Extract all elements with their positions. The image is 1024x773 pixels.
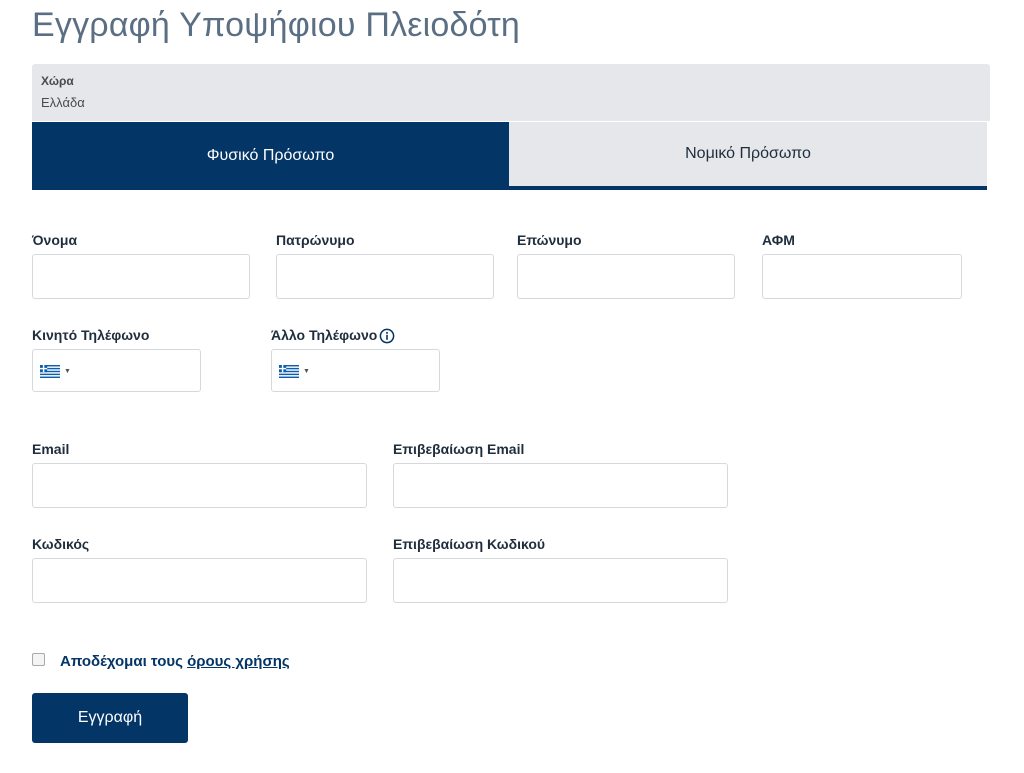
email-confirm-label: Επιβεβαίωση Email [393, 441, 525, 457]
country-selector[interactable]: Χώρα Ελλάδα [32, 64, 990, 121]
person-type-tabs: Φυσικό Πρόσωπο Νομικό Πρόσωπο [32, 122, 987, 190]
email-input[interactable] [32, 463, 367, 508]
tab-legal-entity[interactable]: Νομικό Πρόσωπο [509, 122, 987, 190]
fathers-name-input[interactable] [276, 254, 494, 299]
first-name-label: Όνομα [32, 232, 78, 248]
mobile-phone-label: Κινητό Τηλέφωνο [32, 327, 150, 343]
password-input[interactable] [32, 558, 367, 603]
page-title: Εγγραφή Υποψήφιου Πλειοδότη [32, 6, 520, 44]
register-button[interactable]: Εγγραφή [32, 693, 188, 743]
country-code-dropdown[interactable]: ▼ [279, 363, 310, 379]
terms-checkbox[interactable] [32, 653, 45, 666]
chevron-down-icon: ▼ [64, 367, 71, 375]
terms-prefix: Αποδέχομαι τους [60, 653, 183, 670]
email-label: Email [32, 441, 70, 457]
country-value[interactable]: Ελλάδα [41, 95, 85, 110]
password-label: Κωδικός [32, 536, 90, 552]
tab-natural-person[interactable]: Φυσικό Πρόσωπο [32, 122, 509, 190]
mobile-phone-field: ▼ [32, 349, 201, 392]
other-phone-label-text: Άλλο Τηλέφωνο [271, 327, 378, 343]
terms-of-use-link[interactable]: όρους χρήσης [187, 653, 290, 670]
country-code-dropdown[interactable]: ▼ [40, 363, 71, 379]
tax-id-input[interactable] [762, 254, 962, 299]
other-phone-label: Άλλο Τηλέφωνο [271, 327, 395, 344]
email-confirm-input[interactable] [393, 463, 728, 508]
last-name-input[interactable] [517, 254, 735, 299]
terms-text: Αποδέχομαι τους όρους χρήσης [60, 653, 290, 670]
tax-id-label: ΑΦΜ [762, 232, 795, 248]
other-phone-input[interactable] [322, 351, 436, 392]
other-phone-field: ▼ [271, 349, 440, 392]
chevron-down-icon: ▼ [303, 367, 310, 375]
info-icon[interactable] [379, 328, 395, 344]
country-label: Χώρα [41, 74, 74, 88]
greece-flag-icon [40, 364, 60, 378]
password-confirm-input[interactable] [393, 558, 728, 603]
greece-flag-icon [279, 364, 299, 378]
fathers-name-label: Πατρώνυμο [276, 232, 355, 248]
password-confirm-label: Επιβεβαίωση Κωδικού [393, 536, 546, 552]
last-name-label: Επώνυμο [517, 232, 582, 248]
mobile-phone-input[interactable] [83, 351, 197, 392]
first-name-input[interactable] [32, 254, 250, 299]
